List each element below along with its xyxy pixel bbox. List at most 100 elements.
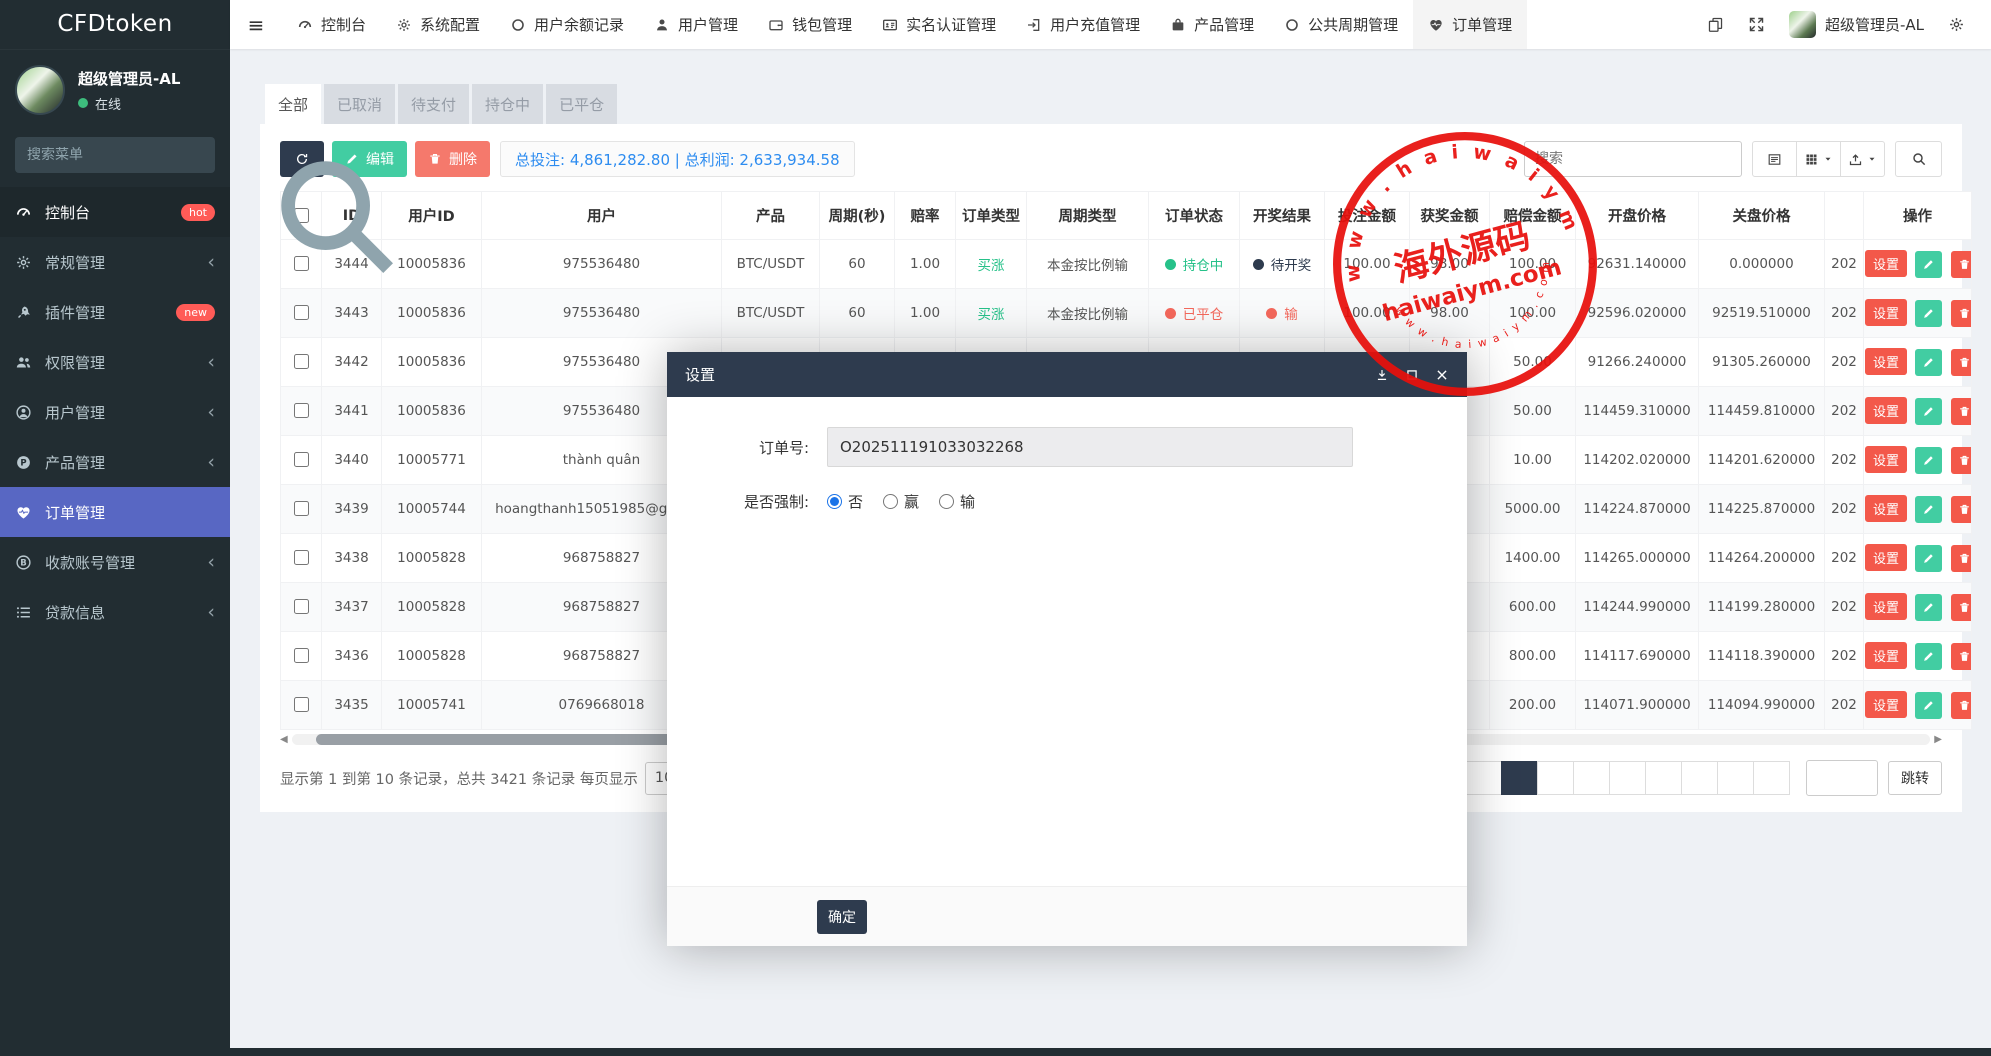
delete-row-button[interactable] (1951, 251, 1972, 278)
radio-input[interactable] (827, 494, 842, 509)
jump-page-input[interactable] (1806, 760, 1878, 796)
status-tab[interactable]: 已平仓 (546, 84, 617, 124)
minimize-button[interactable] (1375, 368, 1389, 382)
edit-row-button[interactable] (1915, 398, 1942, 425)
delete-row-button[interactable] (1951, 447, 1972, 474)
setup-button[interactable]: 设置 (1865, 250, 1907, 277)
sidebar-item-loans[interactable]: 贷款信息 ‹ (0, 587, 230, 637)
nav-item-user-management[interactable]: 用户管理 (639, 0, 753, 49)
setup-button[interactable]: 设置 (1865, 299, 1907, 326)
edit-row-button[interactable] (1915, 545, 1942, 572)
setup-button[interactable]: 设置 (1865, 691, 1907, 718)
fullscreen-button[interactable] (1736, 0, 1777, 49)
page-button[interactable] (1753, 761, 1790, 795)
page-button[interactable] (1609, 761, 1646, 795)
force-radio-option[interactable]: 输 (939, 491, 975, 512)
confirm-button[interactable]: 确定 (817, 900, 867, 934)
row-checkbox[interactable] (294, 452, 309, 467)
page-button[interactable] (1465, 761, 1502, 795)
brand-logo[interactable]: CFDtoken (0, 0, 230, 50)
sidebar-item-orders[interactable]: 订单管理 (0, 487, 230, 537)
nav-item-balance-records[interactable]: 用户余额记录 (495, 0, 639, 49)
sidebar-search-input[interactable] (15, 147, 179, 163)
edit-row-button[interactable] (1915, 300, 1942, 327)
edit-row-button[interactable] (1915, 349, 1942, 376)
setup-button[interactable]: 设置 (1865, 544, 1907, 571)
row-checkbox[interactable] (294, 550, 309, 565)
jump-button[interactable]: 跳转 (1888, 761, 1942, 795)
row-checkbox[interactable] (294, 305, 309, 320)
status-tab[interactable]: 已取消 (324, 84, 395, 124)
columns-button[interactable] (1796, 141, 1841, 177)
table-search-input[interactable] (1524, 141, 1742, 177)
setup-button[interactable]: 设置 (1865, 593, 1907, 620)
nav-item-kyc[interactable]: 实名认证管理 (867, 0, 1011, 49)
maximize-button[interactable] (1405, 368, 1419, 382)
force-radio-option[interactable]: 否 (827, 491, 863, 512)
nav-item-dashboard[interactable]: 控制台 (282, 0, 381, 49)
radio-input[interactable] (883, 494, 898, 509)
setup-button[interactable]: 设置 (1865, 642, 1907, 669)
close-button[interactable] (1435, 368, 1449, 382)
radio-input[interactable] (939, 494, 954, 509)
sidebar-item-users[interactable]: 用户管理 ‹ (0, 387, 230, 437)
edit-row-button[interactable] (1915, 251, 1942, 278)
page-button[interactable] (1681, 761, 1718, 795)
row-checkbox[interactable] (294, 697, 309, 712)
nav-item-system-config[interactable]: 系统配置 (381, 0, 495, 49)
delete-row-button[interactable] (1951, 349, 1972, 376)
edit-row-button[interactable] (1915, 447, 1942, 474)
edit-row-button[interactable] (1915, 496, 1942, 523)
sidebar-item-plugins[interactable]: 插件管理 new (0, 287, 230, 337)
force-radio-option[interactable]: 赢 (883, 491, 919, 512)
nav-item-products[interactable]: 产品管理 (1155, 0, 1269, 49)
status-tab[interactable]: 全部 (265, 84, 321, 124)
setup-button[interactable]: 设置 (1865, 348, 1907, 375)
row-checkbox[interactable] (294, 599, 309, 614)
sidebar-item-products[interactable]: 产品管理 ‹ (0, 437, 230, 487)
delete-row-button[interactable] (1951, 300, 1972, 327)
row-checkbox[interactable] (294, 354, 309, 369)
modal-header[interactable]: 设置 (667, 352, 1467, 397)
nav-item-recharge[interactable]: 用户充值管理 (1011, 0, 1155, 49)
navbar-user-menu[interactable]: 超级管理员-AL (1777, 11, 1936, 38)
copy-page-button[interactable] (1695, 0, 1736, 49)
sidebar-search-button[interactable] (179, 139, 211, 171)
sidebar-toggle[interactable]: ≡ (230, 0, 282, 49)
status-tab[interactable]: 持仓中 (472, 84, 543, 124)
page-button[interactable] (1717, 761, 1754, 795)
page-button[interactable] (1645, 761, 1682, 795)
row-checkbox[interactable] (294, 403, 309, 418)
settings-button[interactable] (1936, 0, 1977, 49)
nav-item-wallet[interactable]: 钱包管理 (753, 0, 867, 49)
page-button[interactable] (1537, 761, 1574, 795)
edit-row-button[interactable] (1915, 643, 1942, 670)
delete-row-button[interactable] (1951, 398, 1972, 425)
edit-row-button[interactable] (1915, 594, 1942, 621)
sidebar-item-permissions[interactable]: 权限管理 ‹ (0, 337, 230, 387)
delete-row-button[interactable] (1951, 496, 1972, 523)
row-checkbox[interactable] (294, 648, 309, 663)
page-button[interactable] (1501, 761, 1538, 795)
edit-row-button[interactable] (1915, 692, 1942, 719)
delete-row-button[interactable] (1951, 594, 1972, 621)
page-button[interactable] (1573, 761, 1610, 795)
status-tab[interactable]: 待支付 (398, 84, 469, 124)
sidebar-item-payment-accounts[interactable]: 收款账号管理 ‹ (0, 537, 230, 587)
order-number-input[interactable] (827, 427, 1353, 467)
setup-button[interactable]: 设置 (1865, 495, 1907, 522)
setup-button[interactable]: 设置 (1865, 446, 1907, 473)
nav-item-orders[interactable]: 订单管理 (1413, 0, 1527, 49)
row-checkbox[interactable] (294, 501, 309, 516)
delete-row-button[interactable] (1951, 643, 1972, 670)
scroll-right-icon[interactable]: ▶ (1934, 735, 1942, 745)
setup-button[interactable]: 设置 (1865, 397, 1907, 424)
scroll-left-icon[interactable]: ◀ (280, 735, 288, 745)
export-button[interactable] (1840, 141, 1885, 177)
detail-view-button[interactable] (1752, 141, 1797, 177)
delete-row-button[interactable] (1951, 545, 1972, 572)
avatar (15, 65, 65, 115)
search-button[interactable] (1895, 141, 1942, 177)
delete-row-button[interactable] (1951, 692, 1972, 719)
nav-item-public-cycle[interactable]: 公共周期管理 (1269, 0, 1413, 49)
